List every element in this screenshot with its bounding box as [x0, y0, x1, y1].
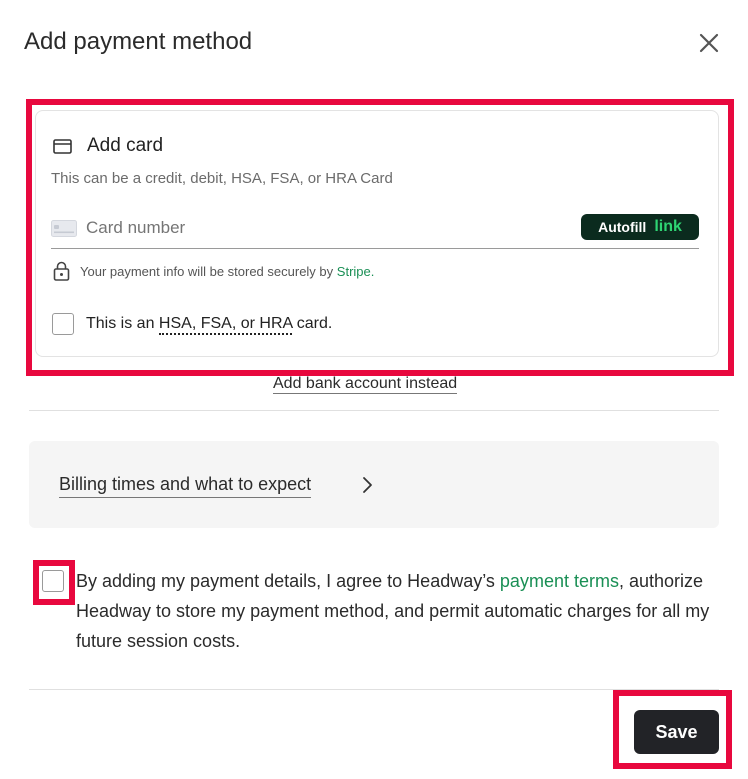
billing-link[interactable]: Billing times and what to expect — [59, 474, 312, 498]
hsa-checkbox[interactable] — [52, 313, 74, 335]
card-number-placeholder: Card number — [86, 218, 186, 237]
add-bank-account-link[interactable]: Add bank account instead — [273, 375, 458, 394]
save-button[interactable]: Save — [634, 710, 719, 754]
add-card-header: Add card — [53, 135, 163, 157]
add-card-panel: Add card This can be a credit, debit, HS… — [35, 110, 719, 357]
credit-card-icon — [53, 138, 72, 154]
stripe-link[interactable]: Stripe. — [337, 264, 375, 279]
agreement-text: By adding my payment details, I agree to… — [76, 566, 716, 656]
hsa-tooltip-term[interactable]: HSA, FSA, or HRA — [158, 315, 293, 335]
secure-note: Your payment info will be stored securel… — [53, 261, 374, 281]
divider — [29, 410, 719, 411]
agree-checkbox[interactable] — [42, 570, 64, 592]
link-logo: link — [654, 218, 682, 235]
close-icon[interactable] — [697, 31, 721, 55]
autofill-link-button[interactable]: Autofill link — [581, 214, 699, 240]
chevron-right-icon — [363, 477, 372, 493]
add-card-heading: Add card — [87, 135, 164, 156]
hsa-label: This is an HSA, FSA, or HRA card. — [86, 315, 333, 335]
card-number-field[interactable]: Card number Autofill link — [51, 210, 699, 249]
agree-checkbox-wrap[interactable] — [42, 570, 64, 592]
hsa-label-suffix: card. — [296, 315, 333, 332]
secure-text: Your payment info will be stored securel… — [80, 263, 334, 279]
card-brand-icon — [51, 220, 77, 237]
payment-terms-link[interactable]: payment terms — [500, 571, 619, 591]
hsa-checkbox-row[interactable]: This is an HSA, FSA, or HRA card. — [52, 313, 332, 335]
page-title: Add payment method — [24, 28, 253, 55]
billing-info-card[interactable]: Billing times and what to expect — [29, 441, 719, 528]
autofill-label: Autofill — [598, 219, 647, 235]
footer-divider — [29, 689, 719, 690]
add-card-subtitle: This can be a credit, debit, HSA, FSA, o… — [51, 170, 393, 187]
lock-icon — [53, 261, 70, 281]
agreement-prefix: By adding my payment details, I agree to… — [76, 571, 495, 591]
hsa-label-prefix: This is an — [86, 315, 155, 332]
